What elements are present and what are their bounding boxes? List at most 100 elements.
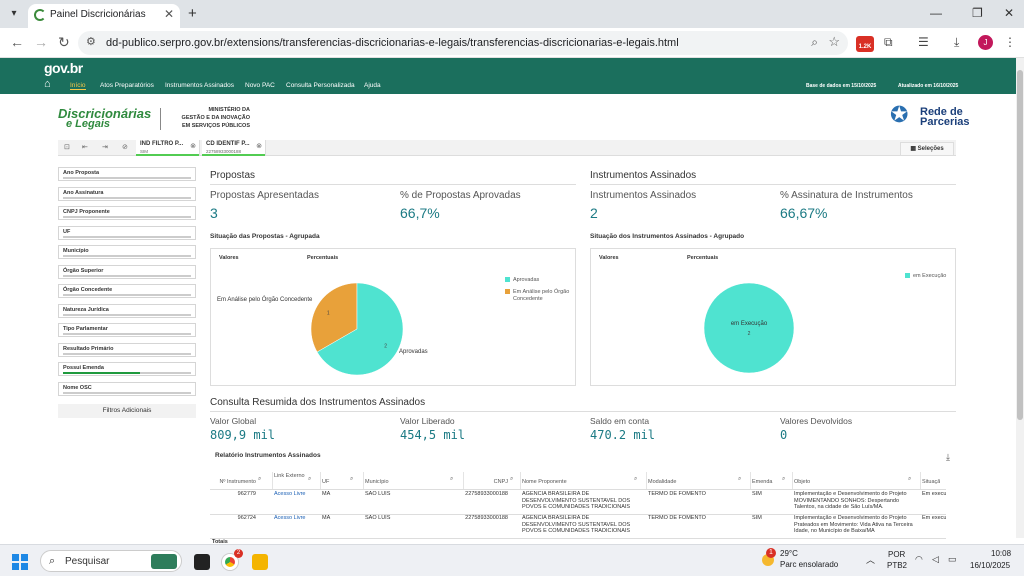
column-search-icon[interactable]: ⌕	[510, 476, 513, 483]
keyboard-layout[interactable]: PTB2	[887, 561, 907, 570]
column-header[interactable]: Município	[365, 479, 448, 486]
taskbar-search[interactable]: ⌕ Pesquisar	[40, 550, 182, 572]
column-search-icon[interactable]: ⌕	[738, 476, 741, 483]
filter-item[interactable]: Natureza Jurídica	[58, 303, 196, 318]
browser-tab[interactable]: Painel Discricionárias ✕	[28, 4, 180, 28]
nav-novo-pac[interactable]: Novo PAC	[245, 82, 275, 89]
column-header[interactable]: Situação	[922, 479, 940, 486]
column-search-icon[interactable]: ⌕	[350, 476, 353, 483]
tray-expand-icon[interactable]: ︿	[866, 553, 875, 566]
column-search-icon[interactable]: ⌕	[450, 476, 453, 483]
windows-start-icon[interactable]	[12, 554, 28, 570]
instrumentos-chart[interactable]: Valores Percentuais em Execução 2 em Exec…	[590, 248, 956, 386]
filter-item[interactable]: Tipo Parlamentar	[58, 323, 196, 337]
home-icon[interactable]: ⌂	[44, 78, 51, 90]
site-info-icon[interactable]: ⚙	[86, 35, 96, 48]
selection-search-icon[interactable]: ⊡	[64, 143, 70, 151]
clock-time[interactable]: 10:08	[991, 549, 1011, 558]
close-window-icon[interactable]: ✕	[1004, 6, 1014, 20]
column-header[interactable]: Emenda	[752, 479, 780, 486]
pie-slice[interactable]	[703, 282, 795, 374]
additional-filters-button[interactable]: Filtros Adicionais	[58, 404, 196, 418]
chip-close-icon[interactable]: ⊗	[256, 142, 262, 150]
column-search-icon[interactable]: ⌕	[308, 476, 311, 483]
step-forward-icon[interactable]: ⇥	[102, 143, 108, 151]
column-search-icon[interactable]: ⌕	[634, 476, 637, 483]
chip-close-icon[interactable]: ⊗	[190, 142, 196, 150]
instrumentos-pie[interactable]: em Execução 2	[591, 249, 957, 387]
table-cell[interactable]: Acesso Livre	[274, 491, 318, 513]
temperature[interactable]: 29°C	[780, 549, 798, 558]
weather-description[interactable]: Parc ensolarado	[780, 560, 838, 569]
minimize-icon[interactable]: —	[930, 6, 942, 20]
filter-item[interactable]: UF	[58, 225, 196, 240]
filter-item[interactable]: Órgão Superior	[58, 264, 196, 279]
wifi-icon[interactable]: ◠	[915, 554, 923, 565]
extensions-icon[interactable]: ⧉	[884, 35, 893, 50]
nav-atos-preparatorios[interactable]: Atos Preparatórios	[100, 82, 154, 89]
nav-instrumentos-assinados[interactable]: Instrumentos Assinados	[165, 82, 234, 89]
clock-date[interactable]: 16/10/2025	[970, 561, 1010, 570]
nav-consulta-personalizada[interactable]: Consulta Personalizada	[286, 82, 355, 89]
step-back-icon[interactable]: ⇤	[82, 143, 88, 151]
column-search-icon[interactable]: ⌕	[908, 476, 911, 483]
task-view-icon[interactable]	[194, 554, 210, 570]
filter-item[interactable]: Nome OSC	[58, 381, 196, 396]
url-text[interactable]: dd-publico.serpro.gov.br/extensions/tran…	[106, 37, 679, 49]
profile-avatar[interactable]: J	[978, 35, 993, 50]
tab-close-icon[interactable]: ✕	[164, 7, 174, 21]
filter-item[interactable]: Resultado Primário	[58, 342, 196, 357]
filter-state-bar	[63, 274, 191, 277]
column-header[interactable]: Nome Proponente	[522, 479, 632, 486]
legend-em-execucao[interactable]: em Execução	[905, 273, 946, 280]
new-tab-icon[interactable]: +	[188, 5, 197, 22]
filter-item[interactable]: Ano Proposta	[58, 167, 196, 181]
nav-inicio[interactable]: Início	[70, 82, 86, 90]
back-icon[interactable]: ←	[10, 34, 24, 50]
table-cell[interactable]: Acesso Livre	[274, 515, 318, 537]
language-indicator[interactable]: POR	[888, 550, 905, 559]
reload-icon[interactable]: ↻	[58, 34, 70, 51]
extension-badge[interactable]: 1.2K	[856, 36, 874, 52]
reading-list-icon[interactable]: ☰	[918, 35, 929, 49]
bookmark-star-icon[interactable]: ☆	[828, 34, 840, 50]
filter-item[interactable]: CNPJ Proponente	[58, 206, 196, 220]
menu-icon[interactable]: ⋮	[1004, 35, 1016, 49]
propostas-pie[interactable]: 21	[211, 249, 577, 387]
selection-chip[interactable]: IND FILTRO P... SIM ⊗	[136, 140, 200, 156]
file-explorer-icon[interactable]	[252, 554, 268, 570]
battery-icon[interactable]: ▭	[948, 554, 957, 565]
download-icon[interactable]: ⤓	[954, 35, 959, 50]
column-search-icon[interactable]: ⌕	[782, 476, 785, 483]
filter-item[interactable]: Município	[58, 245, 196, 259]
filter-item[interactable]: Ano Assinatura	[58, 186, 196, 201]
govbr-logo[interactable]: gov.br	[44, 60, 83, 76]
column-header[interactable]: Modalidade	[648, 479, 736, 486]
filter-item[interactable]: Órgão Concedente	[58, 284, 196, 298]
restore-icon[interactable]: ❐	[972, 6, 983, 20]
volume-icon[interactable]: ◁	[932, 554, 939, 565]
selections-button[interactable]: ▦ Seleções	[900, 142, 954, 156]
selection-chip[interactable]: CD IDENTIF P... 22758933000188 ⊗	[202, 140, 266, 156]
clear-selections-icon[interactable]: ⊘	[122, 143, 128, 151]
forward-icon[interactable]: →	[34, 34, 48, 50]
column-search-icon[interactable]: ⌕	[258, 476, 261, 483]
column-header[interactable]: CNPJ	[465, 479, 508, 486]
column-header[interactable]: Link Externo	[274, 473, 306, 480]
column-header[interactable]: Objeto	[794, 479, 906, 486]
legend-aprovadas[interactable]: Aprovadas	[505, 277, 539, 284]
column-header[interactable]: UF	[322, 479, 348, 486]
legend-em-analise[interactable]: Em Análise pelo Órgão Concedente	[505, 289, 571, 303]
nav-ajuda[interactable]: Ajuda	[364, 82, 381, 89]
export-download-icon[interactable]: ⤓	[946, 452, 950, 463]
rede-parcerias-logo[interactable]: Rede de Parcerias	[920, 107, 970, 128]
tab-search-icon[interactable]: ▾	[6, 6, 22, 22]
filter-item[interactable]: Possui Emenda	[58, 362, 196, 376]
page-scrollbar[interactable]	[1016, 58, 1024, 538]
zoom-icon[interactable]: ⌕	[811, 35, 818, 50]
pie-value-label: 1	[327, 310, 330, 316]
column-header[interactable]: Nº Instrumento	[214, 479, 256, 486]
propostas-chart[interactable]: Valores Percentuais 21 Aprovadas Em Anál…	[210, 248, 576, 386]
scrollbar-thumb[interactable]	[1017, 70, 1023, 420]
address-bar[interactable]: ⚙ dd-publico.serpro.gov.br/extensions/tr…	[78, 31, 848, 55]
